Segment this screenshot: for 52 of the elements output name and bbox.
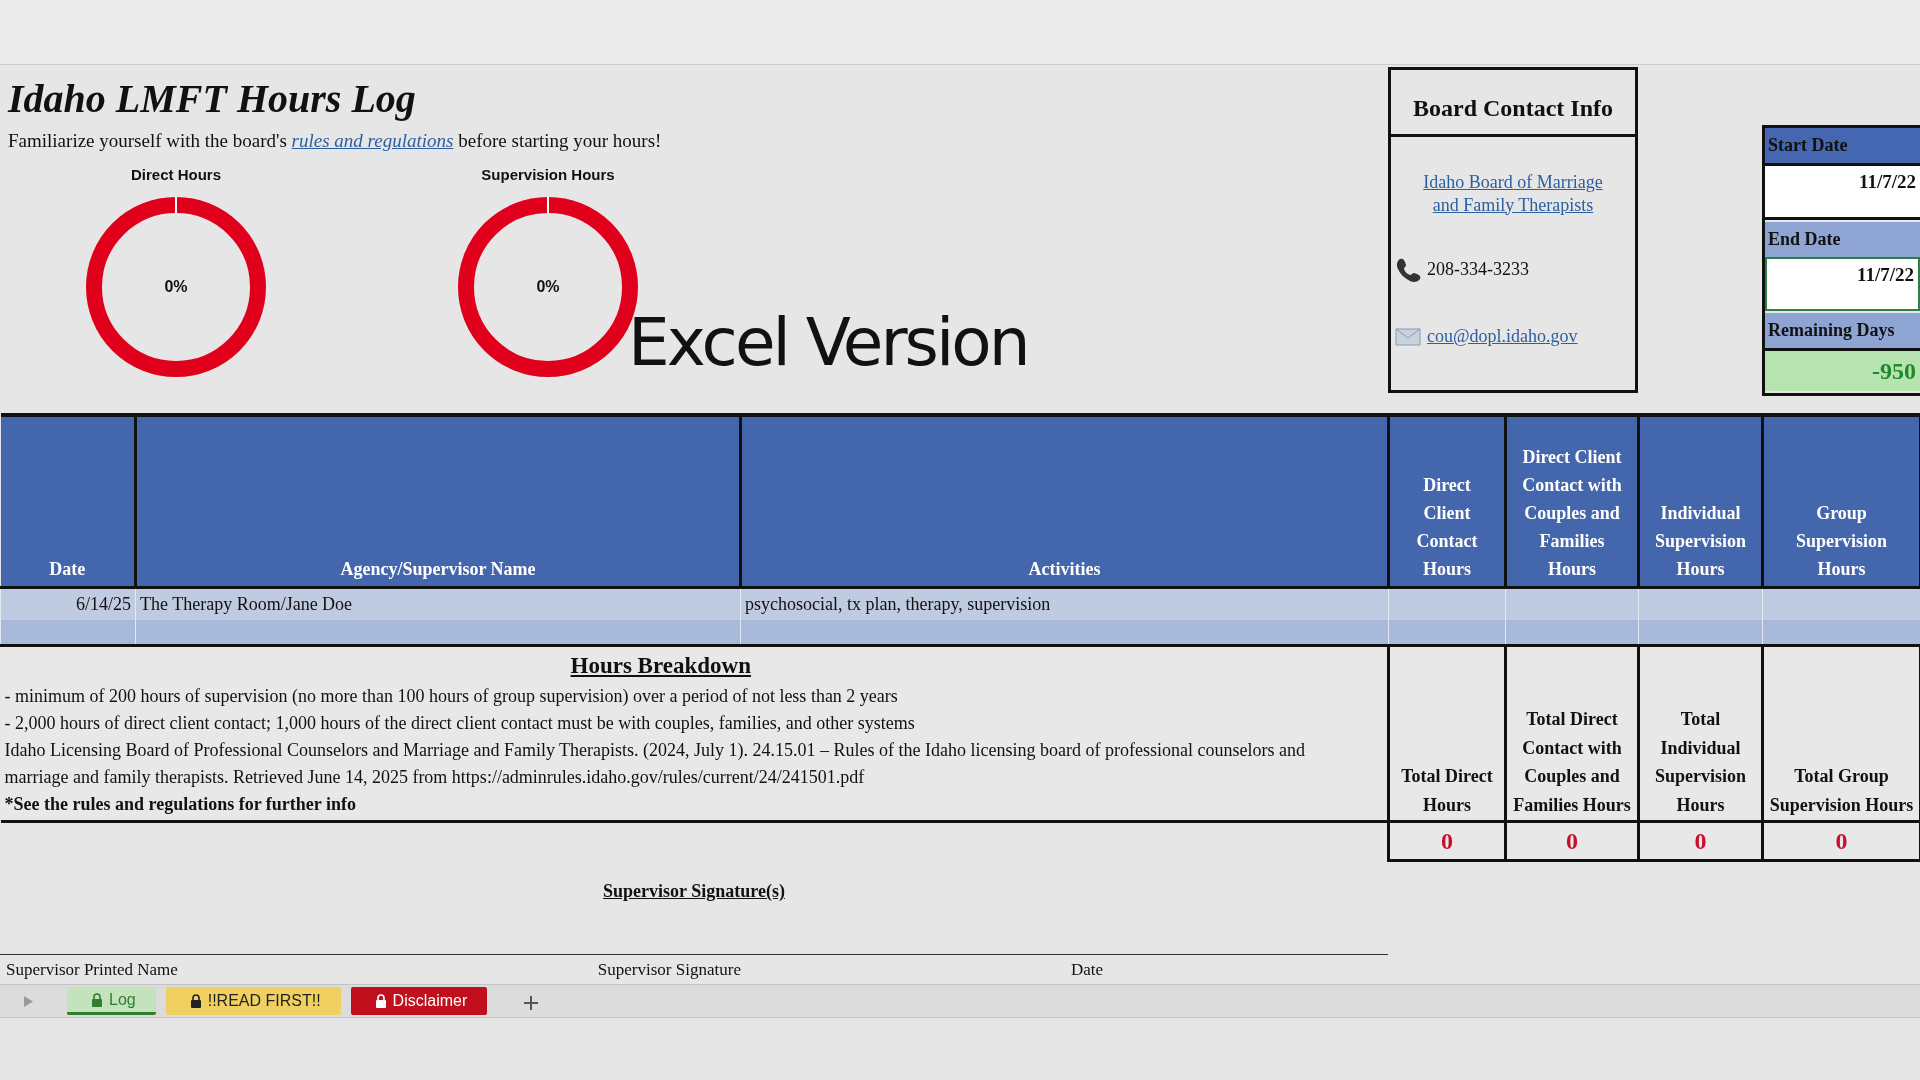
phone-number: 208-334-3233 xyxy=(1427,258,1529,281)
breakdown-text: Idaho Licensing Board of Professional Counselors and Marriage and Family Therapists. (2024, July 1). 24.15.01 – Rules of the Idaho licensing board of professional counselors and marriage and family therapists. Retrieved June 14, 2025 from https://adminrules.idaho.gov/rules/current/24/241501.pdf xyxy=(4,739,1306,789)
date-field[interactable]: 11/7/22 xyxy=(1765,256,1920,311)
rules-link[interactable]: rules and regulations xyxy=(291,130,454,151)
total-label: Total Group Supervision Hours xyxy=(1762,645,1920,822)
total-label: Total Direct Contact with Couples and Families Hours xyxy=(1505,645,1639,822)
signature-label: Supervisor Printed Name xyxy=(6,958,178,981)
date-field[interactable]: 11/7/22 xyxy=(1765,163,1920,220)
table-cell: psychosocial, tx plan, therapy, supervision xyxy=(740,587,1389,620)
field-label: Remaining Days xyxy=(1765,313,1920,348)
phone-icon xyxy=(1395,256,1421,283)
section-title: Hours Breakdown xyxy=(569,651,752,680)
breakdown-text: - minimum of 200 hours of supervision (no more than 100 hours of group supervision) over a period of not less than 2 years xyxy=(4,685,899,708)
percent-label: 0% xyxy=(536,277,560,297)
sheet-title: Idaho LMFT Hours Log xyxy=(8,75,417,123)
column-header: Direct Client Contact Hours xyxy=(1388,415,1506,587)
sheet-tab[interactable]: Log xyxy=(67,987,156,1015)
plus-icon xyxy=(523,994,540,1011)
chart-title: Direct Hours xyxy=(131,164,221,185)
signature-label: Date xyxy=(1070,958,1104,981)
scroll-right-icon xyxy=(24,995,33,1007)
envelope-icon xyxy=(1395,326,1421,347)
remaining-days-value: -950 xyxy=(1765,348,1920,391)
column-header: Individual Supervision Hours xyxy=(1638,415,1763,587)
table-cell: 6/14/25 xyxy=(0,587,136,620)
total-value: 0 xyxy=(1505,821,1639,861)
column-header: Activities xyxy=(740,415,1389,587)
intro-sentence: Familiarize yourself with the board's rules and regulations before starting your hours! xyxy=(8,129,663,153)
overlay-caption: Excel Version xyxy=(628,310,1028,376)
percent-label: 0% xyxy=(164,277,188,297)
panel-title: Board Contact Info xyxy=(1391,70,1635,137)
total-value: 0 xyxy=(1762,821,1920,861)
field-label: Start Date xyxy=(1765,128,1920,163)
signature-heading: Supervisor Signature(s) xyxy=(602,880,786,903)
chart-title: Supervision Hours xyxy=(481,164,615,185)
email-link[interactable]: cou@dopl.idaho.gov xyxy=(1427,323,1578,350)
board-link[interactable]: Idaho Board of Marriage and Family Therapists xyxy=(1409,171,1617,216)
breakdown-note: *See the rules and regulations for further info xyxy=(4,793,357,816)
sheet-tab[interactable]: !!READ FIRST!! xyxy=(165,987,341,1015)
total-label: Total Direct Hours xyxy=(1388,645,1506,822)
total-value: 0 xyxy=(1638,821,1763,861)
column-header: Agency/Supervisor Name xyxy=(135,415,741,587)
column-header: Group Supervision Hours xyxy=(1762,415,1920,587)
table-cell: The Therapy Room/Jane Doe xyxy=(135,587,741,620)
breakdown-text: - 2,000 hours of direct client contact; 1,000 hours of the direct client contact must be with couples, families, and other systems xyxy=(4,712,916,735)
total-label: Total Individual Supervision Hours xyxy=(1638,645,1763,822)
signature-label: Supervisor Signature xyxy=(597,958,741,981)
column-header: Direct Client Contact with Couples and Families Hours xyxy=(1505,415,1639,587)
field-label: End Date xyxy=(1765,221,1920,257)
sheet-tab[interactable]: Disclaimer xyxy=(350,987,488,1015)
column-header: Date xyxy=(0,415,136,587)
total-value: 0 xyxy=(1388,821,1506,861)
